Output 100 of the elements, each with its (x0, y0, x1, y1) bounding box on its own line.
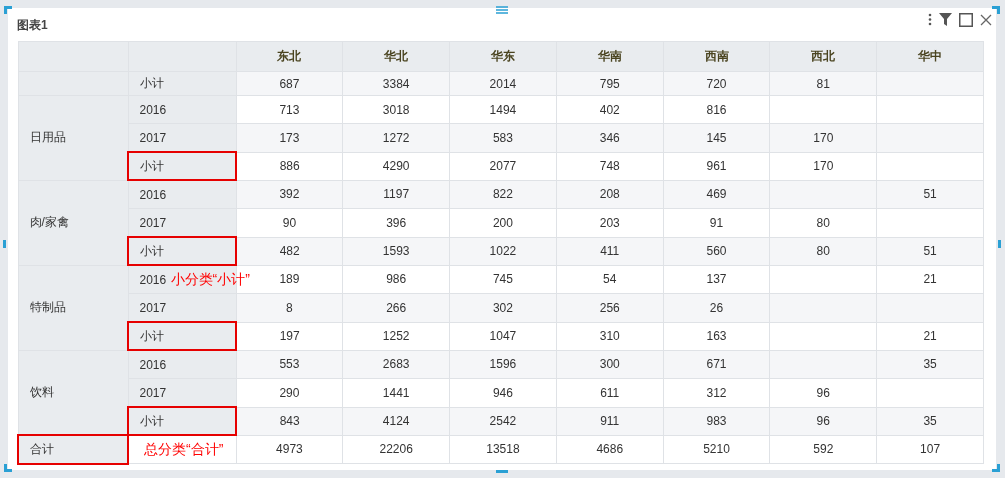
table-cell: 560 (663, 237, 770, 265)
table-cell: 745 (449, 265, 557, 294)
table-cell: 208 (556, 180, 664, 209)
table-cell: 4124 (342, 407, 450, 435)
table-cell: 35 (876, 407, 984, 435)
table-cell: 22206 (342, 435, 450, 464)
table-cell: 96 (769, 378, 877, 407)
table-cell: 310 (556, 322, 664, 350)
table-cell: 411 (556, 237, 664, 265)
table-cell: 170 (769, 152, 877, 180)
table-cell: 107 (876, 435, 984, 464)
table-cell: 170 (769, 123, 877, 152)
resize-handle[interactable] (3, 240, 6, 248)
table-cell: 81 (769, 71, 877, 96)
maximize-icon[interactable] (959, 12, 973, 27)
table-cell: 911 (556, 407, 664, 435)
column-header: 东北 (236, 41, 343, 72)
table-cell: 4973 (236, 435, 343, 464)
table-cell: 3384 (342, 71, 450, 96)
resize-handle[interactable] (4, 6, 12, 14)
table-cell: 822 (449, 180, 557, 209)
column-header: 西南 (663, 41, 770, 72)
table-cell: 1197 (342, 180, 450, 209)
table-cell: 469 (663, 180, 770, 209)
table-cell: 1494 (449, 95, 557, 124)
resize-handle[interactable] (496, 470, 508, 473)
table-cell: 197 (236, 322, 343, 350)
table-cell: 2077 (449, 152, 557, 180)
table-cell: 392 (236, 180, 343, 209)
row-label: 合计 (30, 441, 54, 456)
filter-icon[interactable] (939, 13, 952, 26)
row-label: 2016 (139, 272, 167, 287)
table-cell: 1593 (342, 237, 450, 265)
table-cell: 54 (556, 265, 664, 294)
table-cell: 266 (342, 293, 450, 322)
table-cell: 402 (556, 95, 664, 124)
table-cell: 200 (449, 208, 557, 237)
table-cell: 80 (769, 237, 877, 265)
table-cell: 90 (236, 208, 343, 237)
table-cell: 795 (556, 71, 664, 96)
table-cell: 302 (449, 293, 557, 322)
table-cell: 3018 (342, 95, 450, 124)
category-cell: 肉/家禽 (18, 180, 128, 265)
resize-handle[interactable] (992, 6, 1000, 14)
table-cell: 1441 (342, 378, 450, 407)
table-cell: 720 (663, 71, 770, 96)
table-cell: 21 (876, 265, 984, 294)
table-cell: 843 (236, 407, 343, 435)
table-cell: 35 (876, 350, 984, 379)
column-header: 华东 (449, 41, 557, 72)
resize-handle[interactable] (992, 464, 1000, 472)
table-cell: 2014 (449, 71, 557, 96)
table-cell: 983 (663, 407, 770, 435)
row-label: 小计 (140, 413, 164, 428)
annotation-text: 小分类“小计” (170, 270, 250, 289)
table-cell: 290 (236, 378, 343, 407)
resize-handle[interactable] (4, 464, 12, 472)
resize-handle[interactable] (998, 240, 1001, 248)
table-cell: 583 (449, 123, 557, 152)
table-cell: 21 (876, 322, 984, 350)
table-cell: 4686 (556, 435, 664, 464)
close-icon[interactable] (980, 13, 992, 26)
table-cell: 346 (556, 123, 664, 152)
row-label: 2016 (139, 357, 167, 372)
row-label: 小计 (140, 243, 164, 258)
table-cell: 748 (556, 152, 664, 180)
table-cell: 256 (556, 293, 664, 322)
row-label: 2017 (139, 300, 167, 315)
table-cell: 1252 (342, 322, 450, 350)
table-cell: 2683 (342, 350, 450, 379)
category-cell: 饮料 (18, 350, 128, 435)
column-header: 华中 (876, 41, 984, 72)
table-cell: 51 (876, 237, 984, 265)
table-cell: 163 (663, 322, 770, 350)
row-label: 2017 (139, 130, 167, 145)
table-cell: 80 (769, 208, 877, 237)
table-cell: 96 (769, 407, 877, 435)
chart-title: 图表1 (17, 17, 48, 34)
table-cell: 4290 (342, 152, 450, 180)
drag-handle-icon[interactable] (496, 6, 508, 14)
table-cell: 1272 (342, 123, 450, 152)
column-header: 华南 (556, 41, 664, 72)
column-header: 华北 (342, 41, 450, 72)
table-cell: 91 (663, 208, 770, 237)
table-cell: 5210 (663, 435, 770, 464)
table-cell: 592 (769, 435, 877, 464)
table-cell: 553 (236, 350, 343, 379)
table-cell: 26 (663, 293, 770, 322)
table-cell: 145 (663, 123, 770, 152)
table-cell: 13518 (449, 435, 557, 464)
row-label: 2017 (139, 215, 167, 230)
table-cell: 713 (236, 95, 343, 124)
table-cell: 816 (663, 95, 770, 124)
table-cell: 986 (342, 265, 450, 294)
table-cell: 300 (556, 350, 664, 379)
table-cell: 8 (236, 293, 343, 322)
category-cell: 日用品 (18, 95, 128, 180)
table-cell: 312 (663, 378, 770, 407)
more-icon[interactable] (928, 13, 932, 26)
annotation-text: 总分类“合计” (144, 440, 224, 459)
